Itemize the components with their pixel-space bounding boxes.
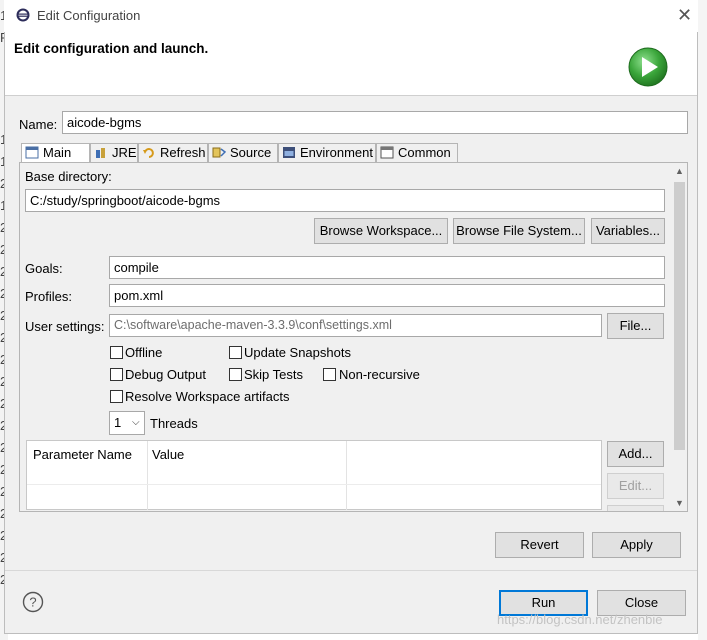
base-directory-label: Base directory:: [25, 169, 112, 184]
tab-source-label: Source: [230, 145, 272, 160]
tab-environment[interactable]: Environment: [278, 143, 376, 162]
close-window-icon[interactable]: ✕: [677, 5, 692, 26]
column-divider: [147, 441, 148, 510]
name-label: Name:: [19, 117, 58, 132]
tab-main[interactable]: Main: [21, 143, 90, 163]
help-icon[interactable]: ?: [22, 591, 44, 613]
tab-common[interactable]: Common: [376, 143, 458, 162]
background-editor-right: [698, 0, 707, 640]
eclipse-app-icon: [16, 8, 30, 22]
revert-button[interactable]: Revert: [495, 532, 584, 558]
panel-scrollbar-thumb[interactable]: [674, 182, 685, 450]
refresh-icon: [143, 148, 154, 158]
offline-checkbox[interactable]: [110, 346, 123, 359]
variables-button[interactable]: Variables...: [591, 218, 665, 244]
jre-icon: [96, 148, 105, 158]
threads-label: Threads: [150, 416, 198, 431]
source-icon: [212, 147, 226, 158]
browse-file-system-button[interactable]: Browse File System...: [453, 218, 585, 244]
tab-environment-label: Environment: [300, 145, 373, 160]
tab-jre-label: JRE: [112, 145, 137, 160]
column-divider: [346, 441, 347, 510]
remove-parameter-button-partial[interactable]: [607, 505, 664, 511]
watermark-text: https://blog.csdn.net/zhenbie: [497, 612, 663, 627]
tab-jre[interactable]: JRE: [90, 143, 138, 162]
base-directory-input[interactable]: C:/study/springboot/aicode-bgms: [25, 189, 665, 212]
user-settings-file-button[interactable]: File...: [607, 313, 664, 339]
tab-refresh-label: Refresh: [160, 145, 206, 160]
footer-separator: [5, 570, 697, 571]
column-header-value[interactable]: Value: [152, 447, 184, 462]
update-snapshots-checkbox[interactable]: [229, 346, 242, 359]
resolve-workspace-label: Resolve Workspace artifacts: [125, 389, 290, 404]
offline-label: Offline: [125, 345, 163, 360]
header-description: Edit configuration and launch.: [14, 41, 209, 56]
tab-refresh[interactable]: Refresh: [138, 143, 208, 162]
tab-common-label: Common: [398, 145, 451, 160]
user-settings-label: User settings:: [25, 319, 105, 334]
tab-main-label: Main: [43, 145, 72, 160]
debug-output-label: Debug Output: [125, 367, 206, 382]
skip-tests-checkbox[interactable]: [229, 368, 242, 381]
threads-value: 1: [114, 415, 122, 430]
name-input[interactable]: aicode-bgms: [62, 111, 688, 134]
goals-input[interactable]: compile: [109, 256, 665, 279]
svg-text:?: ?: [29, 595, 36, 610]
resolve-workspace-checkbox[interactable]: [110, 390, 123, 403]
window-title: Edit Configuration: [37, 8, 141, 23]
tab-source[interactable]: Source: [208, 143, 278, 162]
browse-workspace-button[interactable]: Browse Workspace...: [314, 218, 448, 244]
debug-output-checkbox[interactable]: [110, 368, 123, 381]
scroll-up-icon[interactable]: ▲: [675, 166, 684, 176]
column-header-parameter-name[interactable]: Parameter Name: [33, 447, 132, 462]
common-icon: [380, 146, 394, 159]
skip-tests-label: Skip Tests: [244, 367, 304, 382]
table-row-divider: [27, 484, 601, 485]
profiles-input[interactable]: pom.xml: [109, 284, 665, 307]
environment-icon: [283, 147, 295, 158]
goals-label: Goals:: [25, 261, 63, 276]
main-tab-icon: [25, 146, 39, 159]
add-parameter-button[interactable]: Add...: [607, 441, 664, 467]
update-snapshots-label: Update Snapshots: [244, 345, 351, 360]
profiles-label: Profiles:: [25, 289, 72, 304]
apply-button[interactable]: Apply: [592, 532, 681, 558]
scroll-down-icon[interactable]: ▼: [675, 498, 684, 508]
user-settings-input[interactable]: C:\software\apache-maven-3.3.9\conf\sett…: [109, 314, 602, 337]
run-launch-icon: [628, 47, 668, 87]
chevron-down-icon[interactable]: ⌵: [132, 417, 140, 428]
edit-parameter-button[interactable]: Edit...: [607, 473, 664, 499]
non-recursive-checkbox[interactable]: [323, 368, 336, 381]
non-recursive-label: Non-recursive: [339, 367, 420, 382]
